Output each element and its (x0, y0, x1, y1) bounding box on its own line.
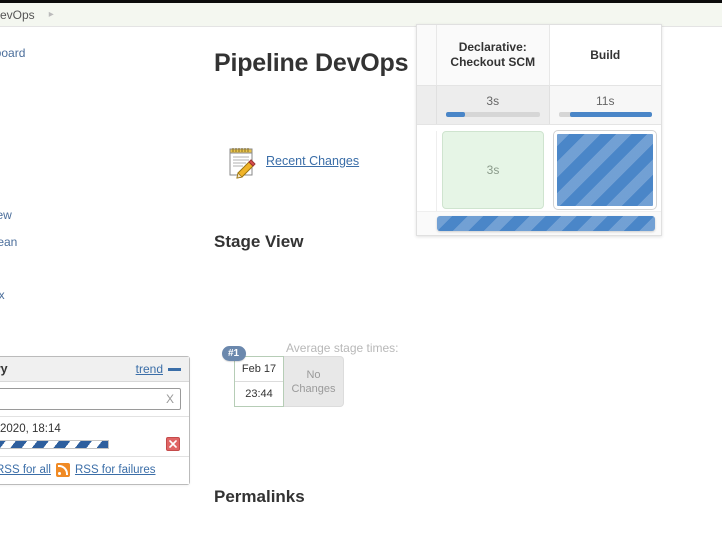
build-time: 23:44 (245, 388, 273, 400)
sidebar-item-full-stage-view[interactable]: View (0, 208, 12, 222)
stage-average-bar-fill (446, 111, 465, 117)
rss-for-all-link[interactable]: RSS for all (0, 464, 51, 476)
trend-line-icon (168, 367, 181, 371)
stage-overall-progress-bar (437, 216, 655, 231)
stage-average-time: 11s (596, 93, 615, 108)
build-date: Feb 17 (235, 357, 283, 382)
build-progress-fill (0, 441, 108, 448)
build-history-footer: RSS for all RSS for failures (0, 457, 189, 484)
stop-build-button[interactable] (166, 437, 180, 451)
stage-header-build[interactable]: Build (549, 25, 661, 85)
stage-header-declarative-checkout-scm[interactable]: Declarative: Checkout SCM (437, 25, 550, 85)
build-history-panel: story trend X Feb 2020, 18:14 (0, 356, 190, 485)
build-progress-bar (0, 440, 109, 449)
stage-view-body-row: 3s (417, 125, 661, 211)
stage-average-bar (558, 111, 652, 117)
stage-average-bar (446, 111, 540, 117)
build-search-input[interactable] (0, 389, 180, 409)
stage-cell-status-success[interactable]: 3s (442, 131, 544, 209)
stage-view-table: Declarative: Checkout SCM Build 3s 11s 3… (416, 24, 662, 236)
stage-view-build-row: #1 Feb 17 23:44 No Changes (216, 346, 416, 422)
sidebar-item-pipeline-syntax[interactable]: ntax (0, 288, 5, 302)
build-history-row[interactable]: Feb 2020, 18:14 (0, 417, 189, 457)
rss-for-failures-link[interactable]: RSS for failures (75, 464, 156, 476)
build-changes-box[interactable]: No Changes (284, 356, 344, 407)
stage-average-declarative-checkout-scm: 3s (437, 86, 550, 124)
rss-icon (55, 463, 70, 477)
recent-changes[interactable]: Recent Changes (224, 143, 359, 179)
stage-view-average-row: 3s 11s (417, 85, 661, 125)
stage-average-gutter (417, 86, 437, 124)
sidebar: shboard line View Ocean ntax story trend… (0, 33, 192, 546)
build-timestamp: Feb 2020, 18:14 (0, 423, 61, 435)
stage-header-line1: Declarative: (458, 40, 527, 54)
stage-cell-build[interactable] (549, 131, 661, 211)
build-history-title: story (0, 362, 8, 376)
build-changes-line2: Changes (291, 382, 336, 395)
stage-view-progress-row (417, 211, 661, 235)
build-history-trend[interactable]: trend (136, 362, 181, 376)
stage-cell-declarative-checkout-scm[interactable]: 3s (437, 131, 549, 211)
stage-cell-status-running[interactable] (554, 131, 656, 209)
stage-average-bar-fill (569, 111, 652, 117)
build-history-search-wrap: X (0, 382, 189, 416)
stage-body-gutter (417, 131, 437, 211)
stage-average-time: 3s (486, 93, 500, 108)
stage-view-header-row: Declarative: Checkout SCM Build (417, 25, 661, 85)
stage-header-gutter (417, 25, 437, 85)
trend-link[interactable]: trend (136, 362, 163, 376)
sidebar-item-open-blue-ocean[interactable]: Ocean (0, 235, 17, 249)
recent-changes-link[interactable]: Recent Changes (266, 154, 359, 168)
permalinks-heading: Permalinks (214, 487, 305, 507)
clear-search-icon[interactable]: X (166, 392, 174, 406)
breadcrumb-separator-icon: ▸ (48, 9, 54, 20)
breadcrumb-item-pipeline-devops[interactable]: evOps (0, 8, 35, 22)
notepad-pencil-icon (224, 143, 260, 179)
stage-view-heading: Stage View (214, 232, 304, 252)
sidebar-item-back-to-dashboard[interactable]: shboard (0, 46, 25, 60)
build-history-rows: Feb 2020, 18:14 (0, 416, 189, 457)
stage-average-build: 11s (549, 86, 661, 124)
build-date-box[interactable]: Feb 17 23:44 (234, 356, 284, 407)
stage-header-line1: Build (590, 47, 621, 62)
stage-header-line2: Checkout SCM (450, 55, 536, 69)
main-content: Pipeline DevOps Recent Changes Stage Vie… (214, 24, 722, 546)
build-history-header: story trend (0, 357, 189, 382)
build-history-search[interactable]: X (0, 388, 181, 410)
build-changes-line1: No (306, 368, 321, 381)
build-number-badge[interactable]: #1 (222, 346, 247, 361)
